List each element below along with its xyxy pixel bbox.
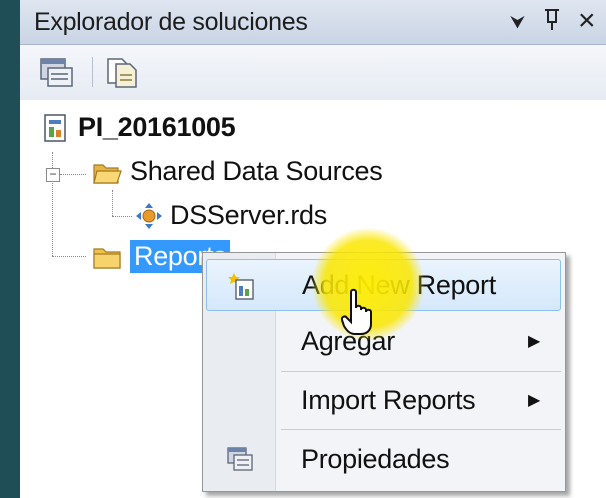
properties-toolbar-button[interactable] bbox=[38, 55, 74, 89]
properties-icon bbox=[40, 58, 73, 87]
tree-connector bbox=[52, 256, 86, 257]
submenu-arrow-icon: ▶ bbox=[528, 392, 541, 409]
tree-item-label: DSServer.rds bbox=[170, 200, 327, 230]
dropdown-arrow-icon[interactable]: ⮟ bbox=[510, 12, 525, 33]
tree-connector bbox=[60, 174, 86, 175]
tree-connector bbox=[112, 216, 132, 217]
solution-explorer-panel: Explorador de soluciones ⮟ × − PI_201610… bbox=[20, 0, 606, 498]
show-all-files-button[interactable] bbox=[104, 55, 140, 89]
toolbar-separator bbox=[92, 57, 93, 87]
collapse-expander[interactable]: − bbox=[46, 168, 60, 182]
menu-item-label: Import Reports bbox=[301, 384, 476, 415]
folder-icon bbox=[93, 247, 121, 269]
tree-item-project[interactable]: PI_20161005 bbox=[40, 112, 236, 143]
menu-item-import-reports[interactable]: Import Reports ▶ bbox=[206, 374, 561, 426]
close-icon[interactable]: × bbox=[578, 4, 596, 38]
panel-toolbar bbox=[20, 45, 606, 101]
hand-cursor-icon bbox=[341, 288, 372, 335]
show-all-files-icon bbox=[107, 58, 137, 88]
tree-connector bbox=[112, 190, 113, 216]
tree-item-label: Shared Data Sources bbox=[130, 156, 383, 186]
submenu-arrow-icon: ▶ bbox=[528, 333, 541, 350]
new-report-icon bbox=[228, 273, 254, 300]
datasource-icon bbox=[136, 202, 162, 229]
menu-item-propiedades[interactable]: Propiedades bbox=[206, 433, 561, 485]
tree-item-label: PI_20161005 bbox=[78, 112, 236, 142]
panel-title: Explorador de soluciones bbox=[34, 8, 308, 36]
menu-separator bbox=[281, 429, 561, 430]
tree-item-datasource[interactable]: DSServer.rds bbox=[134, 200, 327, 231]
menu-separator bbox=[281, 371, 561, 372]
folder-open-icon bbox=[93, 163, 122, 184]
pin-icon[interactable] bbox=[543, 6, 561, 39]
report-project-icon bbox=[44, 113, 66, 142]
tree-item-shared-data-sources[interactable]: Shared Data Sources bbox=[92, 156, 383, 187]
pin-icon-shape bbox=[545, 9, 559, 30]
properties-icon bbox=[227, 447, 253, 471]
panel-titlebar: Explorador de soluciones ⮟ × bbox=[20, 0, 606, 45]
menu-item-label: Propiedades bbox=[301, 443, 450, 474]
